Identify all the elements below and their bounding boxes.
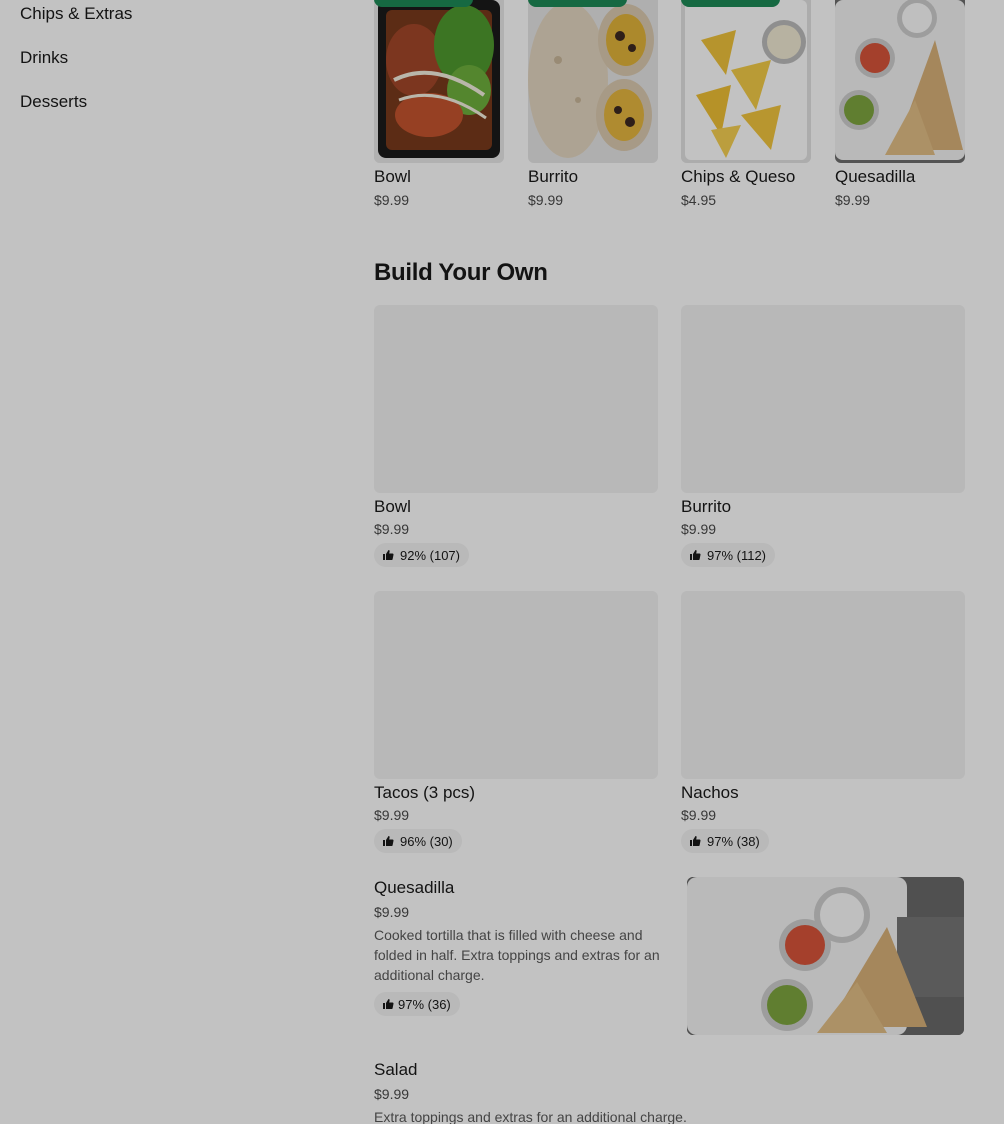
item-price: $9.99 xyxy=(681,807,717,823)
rating-text: 92% (107) xyxy=(400,547,460,563)
sidebar-item-drinks[interactable]: Drinks xyxy=(20,48,68,68)
section-title-build-your-own: Build Your Own xyxy=(374,259,548,286)
item-name: Bowl xyxy=(374,167,411,186)
item-name: Quesadilla xyxy=(374,878,455,897)
item-price: $9.99 xyxy=(374,192,410,208)
rating-badge: 96% (30) xyxy=(374,829,462,853)
item-price: $9.99 xyxy=(374,521,410,537)
item-name: Bowl xyxy=(374,497,411,516)
item-name: Chips & Queso xyxy=(681,167,796,186)
thumbs-up-icon xyxy=(383,550,394,560)
burrito-image xyxy=(528,0,658,163)
item-name: Burrito xyxy=(528,167,579,186)
chips-queso-image xyxy=(681,0,811,163)
rating-text: 96% (30) xyxy=(400,833,453,849)
item-price: $9.99 xyxy=(528,192,564,208)
featured-item-chips-queso[interactable]: Chips & Queso $4.95 xyxy=(681,0,811,208)
item-image-placeholder xyxy=(374,305,658,493)
featured-item-quesadilla[interactable]: Quesadilla $9.99 xyxy=(835,0,965,208)
featured-item-bowl[interactable]: Bowl $9.99 xyxy=(374,0,504,208)
rating-text: 97% (38) xyxy=(707,833,760,849)
item-image-placeholder xyxy=(681,591,965,779)
item-price: $9.99 xyxy=(835,192,871,208)
featured-item-burrito[interactable]: Burrito $9.99 xyxy=(528,0,658,208)
menu-item-quesadilla[interactable]: Quesadilla $9.99 Cooked tortilla that is… xyxy=(374,877,964,1037)
bowl-image xyxy=(374,0,504,163)
menu-item-salad[interactable]: Salad $9.99 Extra toppings and extras fo… xyxy=(374,1059,964,1124)
featured-badge xyxy=(374,0,473,7)
item-price: $9.99 xyxy=(374,904,410,920)
item-price: $4.95 xyxy=(681,192,717,208)
thumbs-up-icon xyxy=(383,999,394,1009)
item-name: Burrito xyxy=(681,497,732,516)
sidebar-item-chips-extras[interactable]: Chips & Extras xyxy=(20,4,132,24)
menu-item-nachos[interactable]: Nachos $9.99 97% (38) xyxy=(681,591,965,853)
item-price: $9.99 xyxy=(374,807,410,823)
item-name: Salad xyxy=(374,1060,418,1079)
rating-text: 97% (112) xyxy=(707,547,767,563)
quesadilla-image xyxy=(687,877,964,1035)
item-description: Extra toppings and extras for an additio… xyxy=(374,1109,687,1124)
item-name: Quesadilla xyxy=(835,167,916,186)
rating-text: 97% (36) xyxy=(398,996,451,1012)
featured-badge xyxy=(528,0,627,7)
item-price: $9.99 xyxy=(374,1086,410,1102)
rating-badge: 92% (107) xyxy=(374,543,469,567)
item-name: Nachos xyxy=(681,783,739,802)
sidebar-item-desserts[interactable]: Desserts xyxy=(20,92,87,112)
thumbs-up-icon xyxy=(690,836,701,846)
menu-item-burrito[interactable]: Burrito $9.99 97% (112) xyxy=(681,305,965,567)
item-description: Cooked tortilla that is filled with chee… xyxy=(374,927,660,983)
quesadilla-image xyxy=(835,0,965,163)
rating-badge: 97% (38) xyxy=(681,829,769,853)
thumbs-up-icon xyxy=(690,550,701,560)
menu-item-bowl[interactable]: Bowl $9.99 92% (107) xyxy=(374,305,658,567)
featured-badge xyxy=(681,0,780,7)
item-image-placeholder xyxy=(681,305,965,493)
rating-badge: 97% (36) xyxy=(374,992,460,1016)
item-price: $9.99 xyxy=(681,521,717,537)
rating-badge: 97% (112) xyxy=(681,543,776,567)
thumbs-up-icon xyxy=(383,836,394,846)
item-image-placeholder xyxy=(374,591,658,779)
menu-item-tacos[interactable]: Tacos (3 pcs) $9.99 96% (30) xyxy=(374,591,658,853)
item-name: Tacos (3 pcs) xyxy=(374,783,476,802)
